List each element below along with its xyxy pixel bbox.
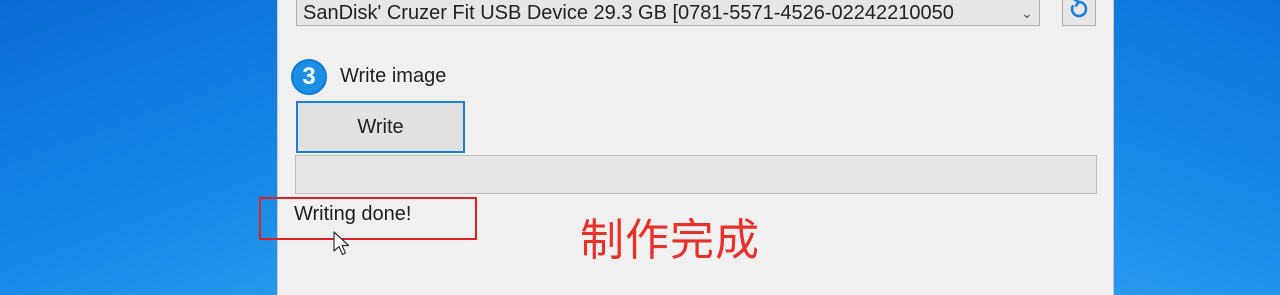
annotation-highlight-box xyxy=(259,197,477,240)
refresh-icon xyxy=(1070,0,1088,18)
device-dropdown-value: SanDisk' Cruzer Fit USB Device 29.3 GB [… xyxy=(303,1,954,24)
step-title: Write image xyxy=(340,65,447,87)
write-button[interactable]: Write xyxy=(296,101,465,153)
step-number-badge: 3 xyxy=(291,59,327,95)
mouse-pointer-icon xyxy=(333,231,351,262)
annotation-caption: 制作完成 xyxy=(580,215,760,266)
desktop-background-left xyxy=(0,0,277,295)
chevron-down-icon: ⌄ xyxy=(1021,4,1033,21)
write-progress-bar xyxy=(295,155,1097,194)
refresh-button[interactable] xyxy=(1062,0,1096,26)
desktop-background-right xyxy=(1114,0,1280,295)
device-dropdown[interactable]: SanDisk' Cruzer Fit USB Device 29.3 GB [… xyxy=(296,0,1040,26)
